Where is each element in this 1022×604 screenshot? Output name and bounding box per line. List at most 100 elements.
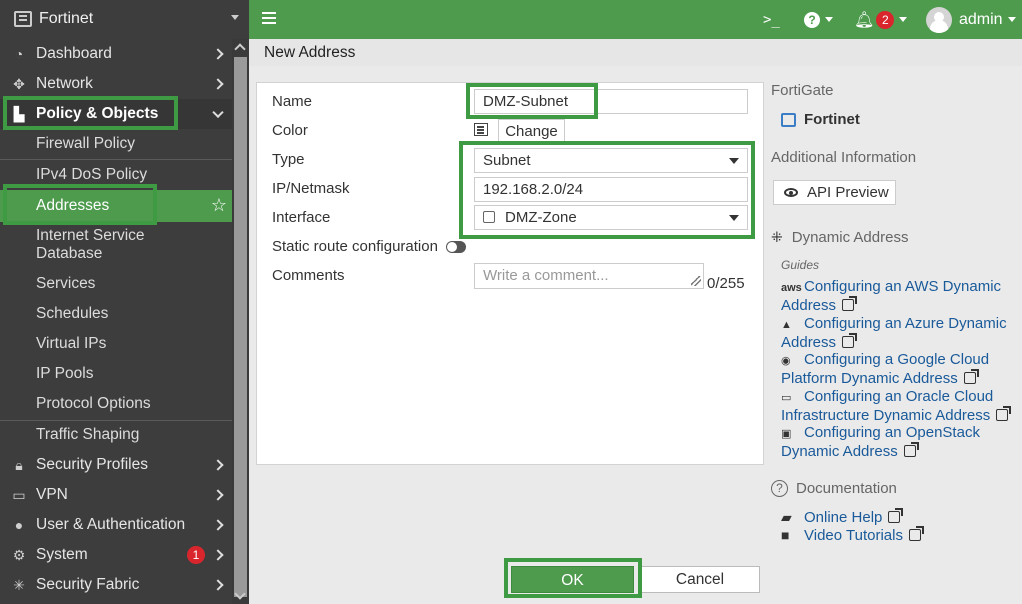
username: admin: [959, 10, 1003, 28]
page-header: New Address: [249, 39, 1022, 66]
interface-zone-icon: [483, 211, 495, 223]
documentation-heading: Documentation: [796, 480, 897, 497]
static-route-toggle[interactable]: [446, 241, 466, 253]
chevron-down-icon: [231, 15, 239, 20]
oracle-icon: ▭: [781, 392, 792, 404]
additional-info-heading: Additional Information: [771, 149, 917, 166]
sidebar-item-security-fabric[interactable]: ✳ Security Fabric: [0, 570, 232, 600]
change-color-button[interactable]: Change: [498, 119, 565, 144]
notification-badge: 1: [187, 546, 205, 564]
notification-count-badge: 2: [876, 10, 895, 29]
sidebar-item-label: Policy & Objects: [36, 105, 159, 122]
name-input[interactable]: DMZ-Subnet: [474, 89, 748, 114]
api-preview-button[interactable]: API Preview: [773, 180, 896, 205]
dynamic-address-icon: ⁜: [771, 229, 783, 245]
external-link-icon: [963, 369, 979, 384]
guides-label: Guides: [781, 258, 820, 272]
chevron-right-icon: [212, 489, 224, 501]
sidebar-item-dashboard[interactable]: ◔ Dashboard: [0, 39, 232, 69]
color-swatch-icon: [474, 123, 488, 136]
sidebar-item-internet-service-database[interactable]: Internet Service Database: [0, 225, 232, 265]
documentation-section: ? Documentation: [771, 480, 897, 497]
fortigate-device-link[interactable]: Fortinet: [781, 111, 860, 128]
guide-link-text: Configuring an Oracle Cloud Infrastructu…: [781, 388, 994, 424]
comments-placeholder: Write a comment...: [483, 267, 609, 284]
sidebar-item-schedules[interactable]: Schedules: [0, 299, 232, 329]
video-tutorials-link[interactable]: ■ Video Tutorials: [781, 526, 1021, 545]
notifications-button[interactable]: 🔔︎ 2: [854, 0, 908, 39]
sidebar-item-traffic-shaping[interactable]: Traffic Shaping: [0, 420, 232, 450]
chevron-right-icon: [212, 459, 224, 471]
type-value: Subnet: [483, 152, 531, 169]
ipmask-value: 192.168.2.0/24: [483, 181, 584, 198]
guide-openstack[interactable]: ▣ Configuring an OpenStack Dynamic Addres…: [781, 424, 1021, 461]
ok-button[interactable]: OK: [511, 566, 634, 593]
lock-icon: 🔒︎: [15, 456, 23, 473]
guide-gcp[interactable]: ◉ Configuring a Google Cloud Platform Dyn…: [781, 351, 1021, 388]
network-icon: ✥: [13, 75, 25, 92]
online-help-link[interactable]: ▰ Online Help: [781, 508, 1021, 527]
video-tutorials-text: Video Tutorials: [804, 527, 903, 544]
color-label: Color: [272, 122, 308, 139]
scroll-up-arrow-icon[interactable]: [234, 43, 246, 55]
brand-name: Fortinet: [39, 10, 94, 27]
chevron-right-icon: [212, 579, 224, 591]
sidebar-item-virtual-ips[interactable]: Virtual IPs: [0, 329, 232, 359]
sidebar-item-network[interactable]: ✥ Network: [0, 69, 232, 99]
chevron-down-icon: [899, 17, 908, 22]
comments-textarea[interactable]: Write a comment...: [474, 263, 704, 289]
bell-icon: 🔔︎: [854, 11, 875, 29]
interface-value: DMZ-Zone: [505, 209, 577, 226]
cli-console-button[interactable]: >_: [763, 0, 780, 39]
comments-char-counter: 0/255: [707, 275, 745, 292]
sidebar-item-label: Services: [36, 275, 96, 292]
sidebar-item-protocol-options[interactable]: Protocol Options: [0, 389, 232, 419]
user-menu[interactable]: admin: [926, 0, 1016, 39]
sidebar-item-user-authentication[interactable]: ● User & Authentication: [0, 510, 232, 540]
page-title: New Address: [264, 44, 356, 61]
sidebar-item-system[interactable]: ⚙ System 1: [0, 540, 232, 570]
sidebar-scrollbar[interactable]: [232, 39, 249, 604]
sidebar-item-label: Firewall Policy: [36, 135, 136, 152]
guide-oracle[interactable]: ▭ Configuring an Oracle Cloud Infrastruct…: [781, 388, 1021, 425]
sidebar-item-addresses[interactable]: Addresses ☆: [0, 190, 232, 222]
fortigate-device-icon: [781, 112, 796, 127]
favorite-star-icon[interactable]: ☆: [211, 195, 227, 216]
sidebar-item-label: IPv4 DoS Policy: [36, 166, 148, 183]
ipmask-label: IP/Netmask: [272, 180, 350, 197]
sidebar-item-ip-pools[interactable]: IP Pools: [0, 359, 232, 389]
help-button[interactable]: ?: [804, 0, 833, 39]
dynamic-address-section: ⁜ Dynamic Address: [771, 229, 908, 246]
address-form: Name DMZ-Subnet Color Change Type Subnet…: [256, 82, 764, 465]
external-link-icon: [903, 442, 919, 457]
resize-handle-icon[interactable]: [691, 276, 701, 286]
dropdown-arrow-icon: [729, 158, 739, 164]
sidebar-item-ipv4-dos-policy[interactable]: IPv4 DoS Policy: [0, 160, 232, 190]
sidebar-item-services[interactable]: Services: [0, 269, 232, 299]
fortigate-heading: FortiGate: [771, 82, 834, 99]
chevron-down-icon: [1007, 17, 1016, 22]
scrollbar-thumb[interactable]: [234, 57, 247, 597]
guide-azure[interactable]: ▲ Configuring an Azure Dynamic Address: [781, 315, 1021, 352]
guide-link-text: Configuring an OpenStack Dynamic Address: [781, 424, 980, 460]
interface-select[interactable]: DMZ-Zone: [474, 205, 748, 230]
sidebar-item-label: System: [36, 546, 88, 563]
sidebar-item-vpn[interactable]: ▭ VPN: [0, 480, 232, 510]
cancel-button[interactable]: Cancel: [640, 566, 760, 593]
sidebar-item-label: Security Profiles: [36, 456, 148, 473]
guide-aws[interactable]: aws Configuring an AWS Dynamic Address: [781, 278, 1021, 315]
hamburger-menu-icon[interactable]: [262, 12, 276, 14]
external-link-icon: [908, 526, 924, 541]
guide-link-text: Configuring a Google Cloud Platform Dyna…: [781, 351, 990, 387]
external-link-icon: [842, 296, 858, 311]
brand-selector[interactable]: Fortinet: [0, 0, 249, 38]
sidebar-item-security-profiles[interactable]: 🔒︎ Security Profiles: [0, 450, 232, 480]
sidebar-item-policy-objects[interactable]: ▙ Policy & Objects: [0, 99, 232, 129]
type-select[interactable]: Subnet: [474, 148, 748, 173]
gear-icon: ⚙: [12, 546, 26, 563]
sidebar-item-label: VPN: [36, 486, 68, 503]
ipmask-input[interactable]: 192.168.2.0/24: [474, 177, 748, 202]
chevron-right-icon: [212, 48, 224, 60]
sidebar-item-firewall-policy[interactable]: Firewall Policy: [0, 129, 232, 159]
sidebar-item-label: Traffic Shaping: [36, 426, 140, 443]
